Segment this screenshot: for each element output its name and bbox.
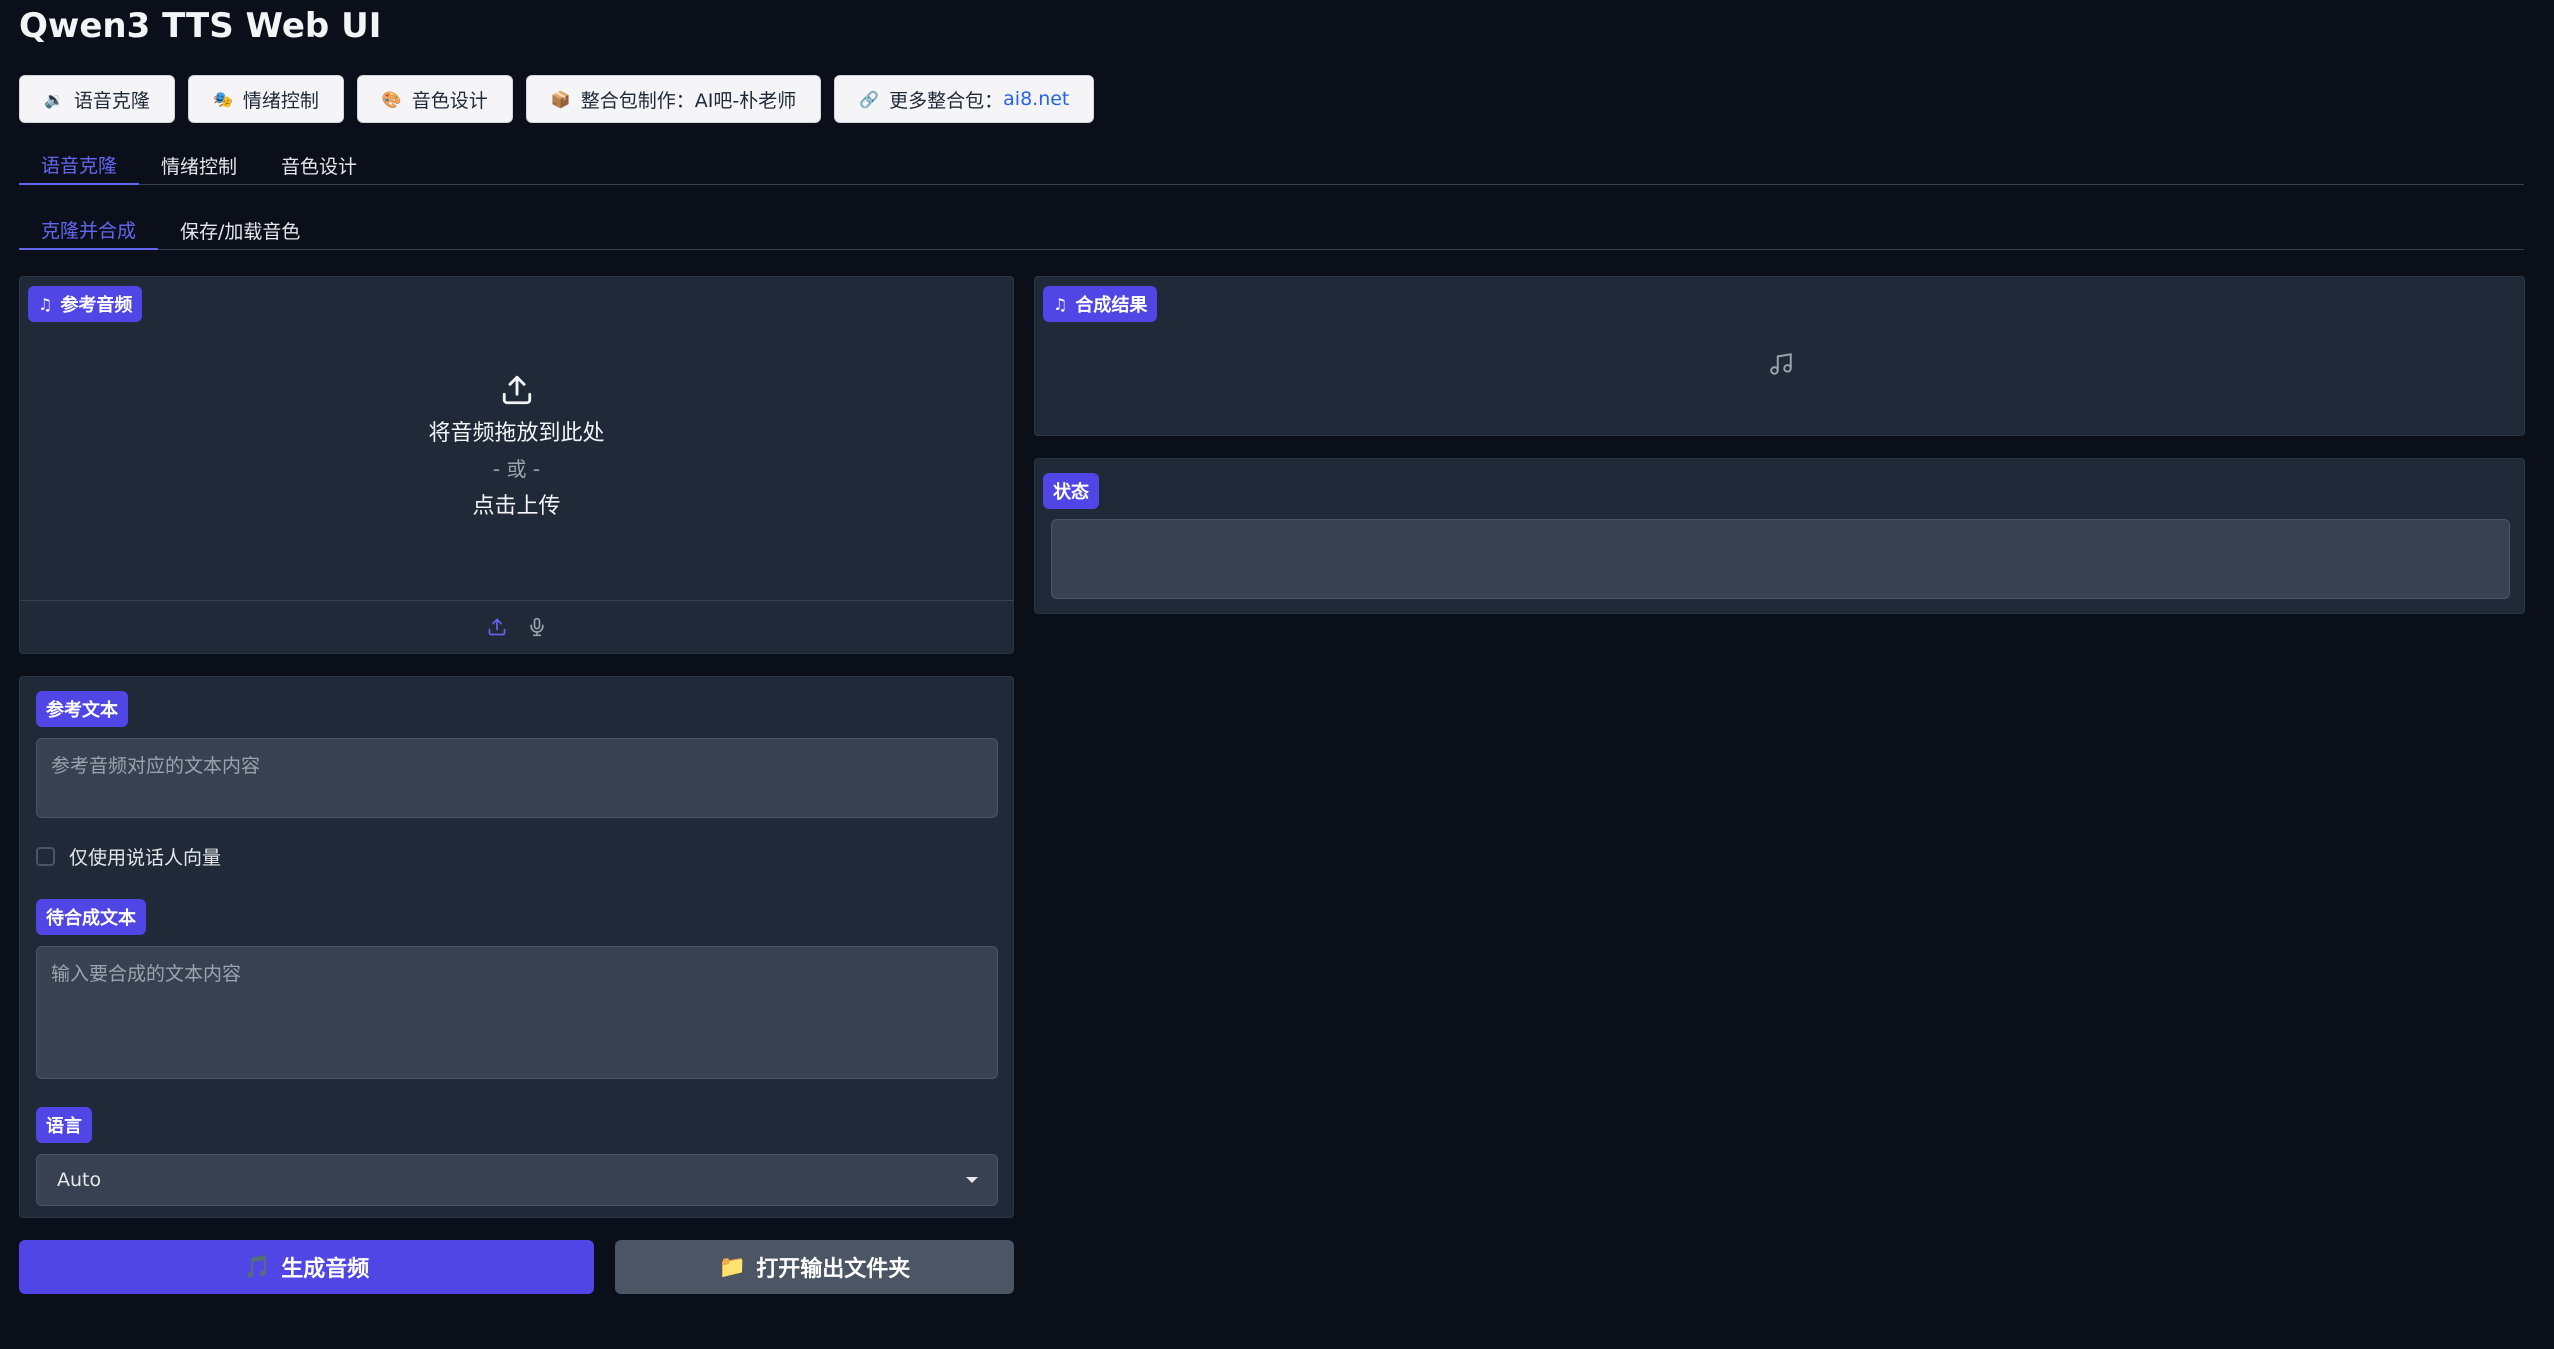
upload-source-icon[interactable]	[487, 617, 507, 637]
more-packages-label: 更多整合包：	[889, 89, 1004, 112]
emotion-control-shortcut-label: 情绪控制	[242, 89, 319, 112]
tab-voice-design[interactable]: 音色设计	[259, 146, 379, 184]
dropdown-caret-icon	[966, 1177, 978, 1183]
empty-audio-icon	[1770, 353, 1792, 375]
reference-audio-badge: ♫ 参考音频	[28, 286, 143, 322]
tab-emotion-control[interactable]: 情绪控制	[139, 146, 259, 184]
synthesis-text-badge: 待合成文本	[36, 899, 146, 935]
folder-icon: 📁	[718, 1254, 747, 1280]
link-icon: 🔗	[859, 89, 880, 109]
palette-icon: 🎨	[381, 89, 402, 109]
synthesis-result-badge: ♫ 合成结果	[1043, 286, 1158, 322]
voice-clone-shortcut-label: 语音克隆	[73, 89, 150, 112]
audio-source-bar	[20, 600, 1013, 653]
language-badge: 语言	[36, 1107, 92, 1143]
music-note-icon: ♫	[1053, 294, 1068, 314]
voice-design-shortcut-button[interactable]: 🎨 音色设计	[356, 75, 513, 123]
status-output	[1051, 519, 2510, 599]
music-note-icon: ♫	[38, 294, 53, 314]
speaker-embedding-only-toggle[interactable]: 仅使用说话人向量	[36, 843, 221, 870]
music-note-icon: 🎵	[243, 1254, 272, 1280]
speaker-embedding-checkbox[interactable]	[36, 847, 55, 866]
generate-audio-label: 生成音频	[281, 1257, 370, 1282]
more-packages-link[interactable]: ai8.net	[1003, 88, 1069, 110]
reference-text-badge: 参考文本	[36, 691, 128, 727]
reference-audio-panel: ♫ 参考音频 将音频拖放到此处 - 或 - 点击上传	[19, 276, 1014, 654]
microphone-icon[interactable]	[527, 616, 547, 638]
sub-tabs: 克隆并合成 保存/加载音色	[19, 211, 2524, 250]
synthesis-text-input[interactable]: 输入要合成的文本内容	[36, 946, 998, 1079]
app-title: Qwen3 TTS Web UI	[19, 6, 382, 46]
package-author-label: 整合包制作：AI吧-朴老师	[580, 89, 797, 112]
synthesis-result-panel: ♫ 合成结果	[1034, 276, 2525, 436]
emotion-control-shortcut-button[interactable]: 🎭 情绪控制	[187, 75, 344, 123]
voice-clone-shortcut-button[interactable]: 🔉 语音克隆	[19, 75, 175, 123]
open-output-folder-button[interactable]: 📁 打开输出文件夹	[615, 1240, 1014, 1294]
click-upload-text: 点击上传	[472, 494, 561, 519]
drop-text: 将音频拖放到此处	[428, 421, 605, 446]
voice-design-shortcut-label: 音色设计	[411, 89, 488, 112]
top-button-row: 🔉 语音克隆 🎭 情绪控制 🎨 音色设计 📦 整合包制作：AI吧-朴老师 🔗 更…	[19, 75, 1095, 123]
audio-drop-zone[interactable]: 将音频拖放到此处 - 或 - 点击上传	[20, 373, 1013, 520]
tab-save-load-voice[interactable]: 保存/加载音色	[158, 211, 322, 249]
tab-clone-synthesize[interactable]: 克隆并合成	[19, 211, 159, 250]
speaker-embedding-label: 仅使用说话人向量	[69, 847, 222, 869]
package-icon: 📦	[550, 89, 571, 109]
text-inputs-panel: 参考文本 参考音频对应的文本内容 仅使用说话人向量 待合成文本 输入要合成的文本…	[19, 676, 1014, 1218]
more-packages-button[interactable]: 🔗 更多整合包： ai8.net	[834, 75, 1095, 123]
open-output-folder-label: 打开输出文件夹	[756, 1257, 911, 1282]
upload-icon	[502, 375, 531, 405]
package-author-button[interactable]: 📦 整合包制作：AI吧-朴老师	[525, 75, 822, 123]
language-select[interactable]: Auto	[36, 1154, 998, 1206]
status-badge: 状态	[1043, 473, 1099, 509]
or-text: - 或 -	[492, 457, 541, 481]
status-panel: 状态	[1034, 458, 2525, 614]
reference-text-input[interactable]: 参考音频对应的文本内容	[36, 738, 998, 818]
main-tabs: 语音克隆 情绪控制 音色设计	[19, 146, 2524, 185]
speaker-icon: 🔉	[44, 89, 64, 109]
masks-icon: 🎭	[212, 89, 233, 109]
tab-voice-clone[interactable]: 语音克隆	[19, 146, 140, 185]
generate-audio-button[interactable]: 🎵 生成音频	[19, 1240, 594, 1294]
language-value: Auto	[57, 1169, 102, 1191]
